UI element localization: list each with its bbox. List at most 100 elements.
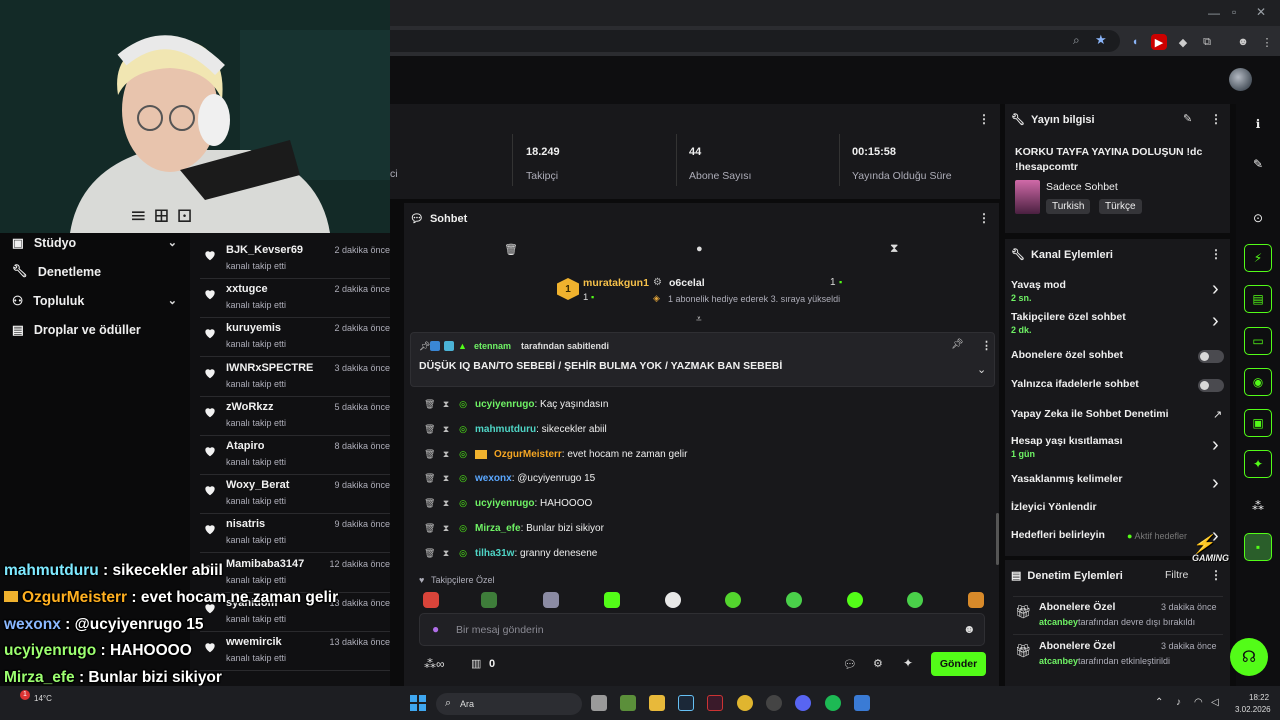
zoom-icon[interactable]: ⌕ [1073,33,1080,48]
youtube-extension-icon[interactable]: ▶ [1151,34,1167,50]
collapse-icon[interactable]: ⩡ [696,314,702,325]
follower-name[interactable]: BJK_Kevser69 [226,244,303,256]
follower-name[interactable]: kuruyemis [226,322,281,334]
trash-icon[interactable]: 🗑︎ [504,243,518,256]
stream-info-menu-icon[interactable]: ⋮ [1210,112,1222,126]
hourglass-icon[interactable]: ⧗ [441,473,451,484]
emote-icon[interactable] [847,592,863,608]
layout-icon[interactable]: ▣ [1244,409,1272,437]
send-button[interactable]: Gönder [931,652,986,676]
microphone-icon[interactable]: ● [432,622,439,636]
audio-extension-icon[interactable]: ◖ [1127,34,1143,50]
bookmark-star-icon[interactable]: ★ [1095,32,1107,48]
follower-row[interactable]: BJK_Kevser69 kanalı takip etti 2 dakika ön… [190,240,390,279]
hourglass-icon[interactable]: ⧗ [441,548,451,559]
emote-icon[interactable] [604,592,620,608]
menu-dots-icon[interactable]: ⋮ [1259,34,1275,50]
hourglass-icon[interactable]: ⧗ [441,399,451,410]
external-link-icon[interactable]: ↗ [1213,408,1222,421]
nav-item-community[interactable]: ⚇ Topluluk ⌄ [12,293,177,309]
points-icon[interactable]: ⁂∞ [424,657,445,671]
file-explorer-icon[interactable] [649,695,665,711]
chat-username[interactable]: ucyiyenrugo [475,399,534,410]
game-icon[interactable]: ▪ [1244,533,1272,561]
pinned-by-user[interactable]: etennam [474,341,511,351]
camera-icon[interactable]: ⊙ [1244,204,1272,232]
emote-icon[interactable] [423,592,439,608]
follower-name[interactable]: IWNRxSPECTRE [226,362,313,374]
mod-action-user[interactable]: atcanbey [1039,656,1078,666]
chrome-icon[interactable] [737,695,753,711]
follower-name[interactable]: zWoRkzz [226,401,273,413]
toggle-switch[interactable] [1198,379,1224,392]
address-bar[interactable]: ⌕ ★ [390,30,1120,52]
clock-time[interactable]: 18:22 [1249,693,1269,702]
edit-icon[interactable]: ✎ [1183,112,1192,125]
channel-action-item[interactable]: Abonelere özel sohbet [1011,349,1123,361]
chevron-right-icon[interactable]: › [1212,278,1219,301]
hourglass-icon[interactable]: ⧗ [441,523,451,534]
lightning-icon[interactable]: ⚡︎ [1244,244,1272,272]
trash-icon[interactable]: 🗑︎ [424,523,435,534]
hourglass-icon[interactable]: ⧗ [441,449,451,460]
chevron-right-icon[interactable]: › [1212,472,1219,495]
document-icon[interactable]: ▤ [1244,285,1272,313]
chat-bubble-icon[interactable]: 💬︎ [843,658,857,671]
mod-action-user[interactable]: atcanbey [1039,617,1078,627]
windows-start-icon[interactable] [410,695,426,711]
channel-action-item[interactable]: Hesap yaşı kısıtlaması 1 gün [1011,435,1123,459]
channel-actions-menu-icon[interactable]: ⋮ [1210,247,1222,261]
emote-icon[interactable] [725,592,741,608]
chat-username[interactable]: mahmutduru [475,424,536,435]
store-icon[interactable]: ▥ [471,657,481,670]
emote-icon[interactable] [481,592,497,608]
follower-row[interactable]: zWoRkzz kanalı takip etti 5 dakika önce [190,397,390,436]
taskbar-search[interactable]: ⌕ Ara [436,693,582,715]
channel-action-item[interactable]: Hedefleri belirleyin [1011,529,1105,541]
avatar[interactable] [1229,68,1252,91]
app-icon[interactable] [854,695,870,711]
channel-action-item[interactable]: İzleyici Yönlendir [1011,501,1097,513]
channel-action-item[interactable]: Takipçilere özel sohbet 2 dk. [1011,311,1126,335]
hourglass-icon[interactable]: ⧗ [441,498,451,509]
follower-row[interactable]: Woxy_Berat kanalı takip etti 9 dakika önce [190,475,390,515]
leader-name[interactable]: muratakgun1 [583,277,649,289]
hourglass-icon[interactable]: ⧗ [441,424,451,435]
extensions-icon[interactable]: ⁂ [1244,492,1272,520]
volume-icon[interactable]: ◁ [1211,697,1219,708]
chat-username[interactable]: tilha31w [475,548,514,559]
close-icon[interactable]: ✕ [1256,5,1266,19]
trash-icon[interactable]: 🗑︎ [424,473,435,484]
app-icon[interactable] [707,695,723,711]
puzzle-icon[interactable]: ✦ [903,656,913,670]
follower-name[interactable]: wwemircik [226,636,282,648]
tag-badge[interactable]: Türkçe [1099,199,1142,214]
support-headset-icon[interactable]: ☊ [1230,638,1268,676]
info-icon[interactable]: ℹ [1244,110,1272,138]
follower-row[interactable]: IWNRxSPECTRE kanalı takip etti 3 dakika ön… [190,358,390,397]
channel-action-item[interactable]: Yalnızca ifadelerle sohbet [1011,378,1139,390]
clock-date[interactable]: 3.02.2026 [1235,705,1271,714]
chat-input[interactable]: ● Bir mesaj gönderin ☻ [419,613,985,646]
profile-icon[interactable]: ☻ [1235,34,1251,50]
follower-row[interactable]: xxtugce kanalı takip etti 2 dakika önce [190,279,390,319]
pinned-menu-icon[interactable]: ⋮ [981,339,992,352]
emoji-icon[interactable]: ☻ [963,622,976,636]
minimize-icon[interactable]: — [1208,6,1220,20]
leader-name[interactable]: o6celal [669,277,705,289]
mod-actions-menu-icon[interactable]: ⋮ [1210,568,1222,582]
broadcast-icon[interactable]: ◉ [1244,368,1272,396]
chat-username[interactable]: Mirza_efe [475,523,521,534]
hourglass-icon[interactable]: ⧗ [890,241,898,256]
steam-icon[interactable] [678,695,694,711]
emote-icon[interactable] [665,592,681,608]
emote-icon[interactable] [543,592,559,608]
chat-menu-icon[interactable]: ⋮ [978,211,990,225]
trash-icon[interactable]: 🗑︎ [424,424,435,435]
toggle-switch[interactable] [1198,350,1224,363]
category-thumbnail[interactable] [1015,180,1040,214]
nav-item-studio[interactable]: ▣ Stüdyo ⌄ [12,235,177,251]
wrench-icon[interactable]: ✦ [1244,450,1272,478]
category-name[interactable]: Sadece Sohbet [1046,181,1118,193]
microphone-icon[interactable]: ♪ [1176,697,1181,708]
